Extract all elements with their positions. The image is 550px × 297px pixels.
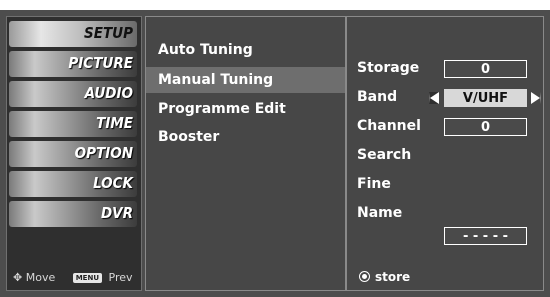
triangle-right-icon[interactable] <box>531 92 541 104</box>
manual-tuning-panel: Storage 0 Band V/UHF Channel 0 Search Fi… <box>346 16 544 291</box>
navigation-hints: ✥ Move MENU Prev <box>13 271 133 284</box>
menu-item-picture[interactable]: PICTURE <box>7 49 141 79</box>
store-hint[interactable]: store <box>359 270 410 284</box>
submenu-item-auto-tuning[interactable]: Auto Tuning <box>146 37 345 63</box>
setup-submenu: Auto Tuning Manual Tuning Programme Edit… <box>145 16 346 291</box>
menu-item-time[interactable]: TIME <box>7 109 141 139</box>
menu-item-lock[interactable]: LOCK <box>7 169 141 199</box>
submenu-item-booster[interactable]: Booster <box>146 124 345 150</box>
menu-item-label: OPTION <box>74 144 133 162</box>
menu-item-setup[interactable]: SETUP <box>7 19 141 49</box>
submenu-item-programme-edit[interactable]: Programme Edit <box>146 96 345 122</box>
radio-dot-icon <box>359 271 370 282</box>
search-label[interactable]: Search <box>357 147 411 163</box>
store-label: store <box>375 270 411 284</box>
storage-label: Storage <box>357 60 420 76</box>
menu-item-label: AUDIO <box>84 84 133 102</box>
menu-key-icon: MENU <box>72 273 103 283</box>
channel-label: Channel <box>357 118 421 134</box>
four-way-arrow-icon: ✥ <box>13 271 23 284</box>
band-label: Band <box>357 89 398 105</box>
menu-item-label: SETUP <box>84 24 133 42</box>
band-selector[interactable]: V/UHF <box>444 89 527 107</box>
menu-item-label: DVR <box>100 204 133 222</box>
name-label: Name <box>357 205 403 221</box>
menu-item-label: LOCK <box>93 174 133 192</box>
menu-item-option[interactable]: OPTION <box>7 139 141 169</box>
osd-frame: SETUP PICTURE AUDIO TIME OPTION LOCK DVR… <box>0 10 550 297</box>
submenu-item-manual-tuning[interactable]: Manual Tuning <box>146 67 345 93</box>
name-field[interactable]: - - - - - <box>444 227 527 245</box>
triangle-left-icon[interactable] <box>429 92 439 104</box>
storage-field[interactable]: 0 <box>444 60 527 78</box>
menu-item-label: TIME <box>96 114 133 132</box>
category-menu: SETUP PICTURE AUDIO TIME OPTION LOCK DVR… <box>6 16 142 291</box>
menu-item-label: PICTURE <box>68 54 133 72</box>
channel-field[interactable]: 0 <box>444 118 527 136</box>
fine-label[interactable]: Fine <box>357 176 391 192</box>
menu-item-dvr[interactable]: DVR <box>7 199 141 229</box>
hint-prev: Prev <box>108 271 133 284</box>
menu-item-audio[interactable]: AUDIO <box>7 79 141 109</box>
hint-move: Move <box>25 271 56 284</box>
